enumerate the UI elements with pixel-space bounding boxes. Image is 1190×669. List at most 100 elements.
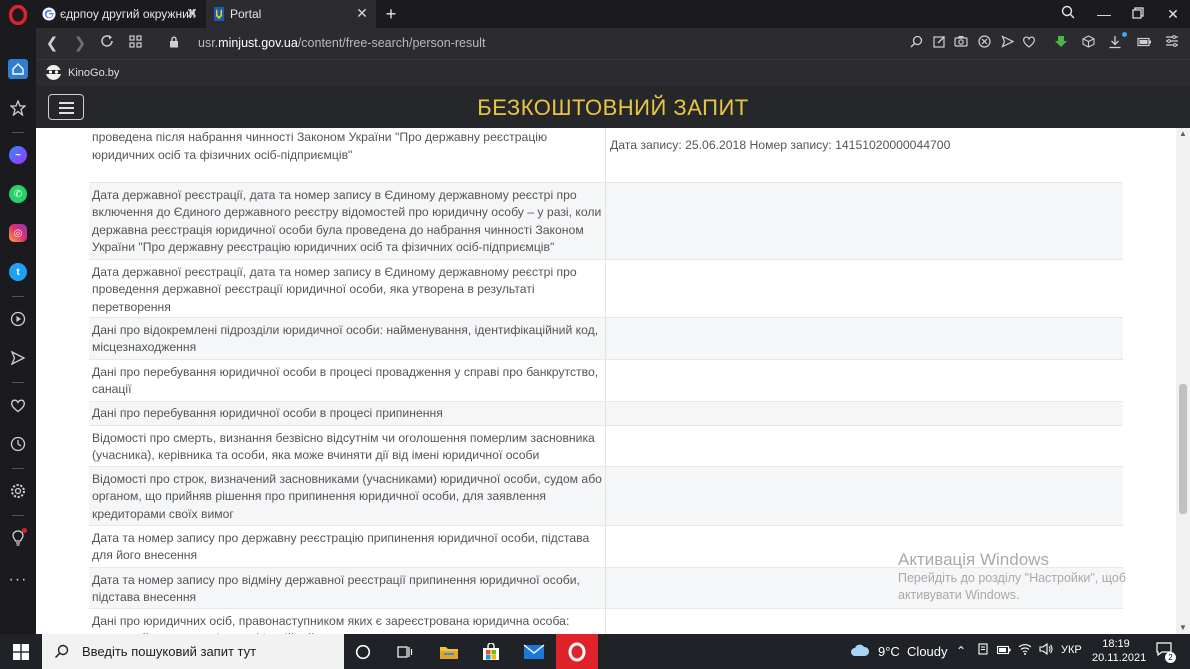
volume-icon[interactable] <box>1038 642 1054 659</box>
table-row: Дата державної реєстрації, дата та номер… <box>89 183 1123 260</box>
url-domain: minjust.gov.ua <box>218 36 298 50</box>
row-label: реєстрації юридичної особи – у разі, кол… <box>89 128 606 182</box>
language-indicator[interactable]: УКР <box>1061 644 1082 656</box>
download-extension-icon[interactable] <box>1053 35 1069 51</box>
sidebar-divider <box>12 382 24 383</box>
bookmark-heart-icon[interactable] <box>1021 35 1037 51</box>
more-dots-icon[interactable]: ··· <box>8 570 28 590</box>
table-row: Відомості про строк, визначений засновни… <box>89 467 1123 526</box>
back-icon[interactable]: ❮ <box>42 34 62 54</box>
restore-button[interactable] <box>1128 4 1148 24</box>
windows-activation-watermark: Активація Windows Перейдіть до розділу "… <box>898 550 1168 604</box>
opera-taskbar-icon[interactable] <box>556 634 598 669</box>
close-icon[interactable]: ✕ <box>184 5 200 21</box>
row-label: Відомості про строк, визначений засновни… <box>89 467 606 525</box>
search-icon <box>54 644 70 660</box>
ukraine-trident-icon <box>212 7 226 21</box>
camera-icon[interactable] <box>953 35 969 51</box>
url-field[interactable]: usr.minjust.gov.ua/content/free-search/p… <box>198 36 485 50</box>
search-placeholder: Введіть пошуковий запит тут <box>82 644 257 659</box>
bookmarks-bar: KinoGo.by <box>36 59 1190 86</box>
player-icon[interactable] <box>8 309 28 329</box>
battery-saver-icon[interactable] <box>1136 35 1152 51</box>
clock[interactable]: 18:19 20.11.2021 <box>1092 637 1146 665</box>
table-row: Дані про перебування юридичної особи в п… <box>89 360 1123 402</box>
scroll-up-arrow-icon[interactable]: ▲ <box>1176 128 1190 140</box>
task-view-icon[interactable] <box>384 634 426 669</box>
lock-icon[interactable] <box>166 34 182 54</box>
row-value: Дата запису: 25.06.2018 Номер запису: 14… <box>610 138 951 152</box>
tips-lightbulb-icon[interactable] <box>8 528 28 548</box>
tab-label: Portal <box>230 7 262 21</box>
battery-icon[interactable] <box>996 643 1012 659</box>
opera-sidebar: ~ ✆ ◎ t ··· <box>0 0 36 634</box>
cloud-icon <box>850 643 870 660</box>
cortana-icon[interactable] <box>342 634 384 669</box>
tab-grid-icon[interactable] <box>125 34 145 54</box>
row-label: Відомості про смерть, визнання безвісно … <box>89 426 606 466</box>
file-explorer-icon[interactable] <box>428 634 470 669</box>
send-icon[interactable] <box>999 35 1015 51</box>
microsoft-store-icon[interactable] <box>470 634 512 669</box>
row-label: Дата державної реєстрації, дата та номер… <box>89 183 606 259</box>
row-value <box>606 426 1123 466</box>
windows-start-icon[interactable] <box>0 634 42 669</box>
reload-icon[interactable] <box>97 34 117 54</box>
table-row: Дані про відокремлені підрозділи юридичн… <box>89 318 1123 360</box>
row-label: Дата та номер запису про відміну державн… <box>89 568 606 608</box>
home-icon[interactable] <box>8 59 28 79</box>
edit-icon[interactable] <box>931 35 947 51</box>
row-value <box>606 467 1123 525</box>
row-value <box>606 360 1123 401</box>
row-label: Дата та номер запису про державну реєстр… <box>89 526 606 567</box>
row-value <box>606 318 1123 359</box>
history-icon[interactable] <box>8 434 28 454</box>
weather-widget[interactable]: 9°C Cloudy <box>850 634 948 669</box>
downloads-icon[interactable] <box>1107 32 1127 51</box>
easy-setup-menu-icon[interactable] <box>1164 35 1180 51</box>
whatsapp-icon[interactable]: ✆ <box>8 184 28 204</box>
messenger-icon[interactable]: ~ <box>8 145 28 165</box>
address-bar: ❮ ❯ usr.minjust.gov.ua/content/free-sear… <box>36 28 1190 59</box>
watermark-subtitle: Перейдіть до розділу "Настройки", щоб ак… <box>898 571 1126 602</box>
row-label: Дані про перебування юридичної особи в п… <box>89 402 606 425</box>
speed-dial-icon[interactable] <box>8 98 28 118</box>
row-label: Дані про відокремлені підрозділи юридичн… <box>89 318 606 359</box>
page-scrollbar[interactable]: ▲ ▼ <box>1176 128 1190 634</box>
bookmark-kinogo[interactable]: KinoGo.by <box>46 65 119 80</box>
weather-text: 9°C Cloudy <box>878 644 948 659</box>
page-search-icon[interactable] <box>908 35 924 51</box>
settings-gear-icon[interactable] <box>8 481 28 501</box>
scroll-down-arrow-icon[interactable]: ▼ <box>1176 622 1190 634</box>
mail-icon[interactable] <box>513 634 555 669</box>
close-window-button[interactable]: ✕ <box>1163 4 1183 24</box>
wifi-icon[interactable] <box>1017 643 1033 659</box>
site-title: БЕЗКОШТОВНИЙ ЗАПИТ <box>477 95 749 120</box>
tab-strip: єдрпоу другий окружний ✕ Portal ✕ + — ✕ <box>36 0 1190 28</box>
show-hidden-icons-chevron-icon[interactable]: ⌃ <box>953 643 969 659</box>
row-label: Дані про перебування юридичної особи в п… <box>89 360 606 401</box>
row-value <box>606 260 1123 317</box>
table-row: реєстрації юридичної особи – у разі, кол… <box>89 128 1123 183</box>
sidebar-divider <box>12 515 24 516</box>
send-icon[interactable] <box>8 348 28 368</box>
row-label: Дата державної реєстрації, дата та номер… <box>89 260 606 317</box>
tab-portal[interactable]: Portal ✕ <box>206 0 376 28</box>
opera-logo-icon[interactable] <box>7 4 29 26</box>
taskbar-app-icon[interactable] <box>975 643 991 659</box>
minimize-button[interactable]: — <box>1094 4 1114 24</box>
heart-icon[interactable] <box>8 395 28 415</box>
search-tabs-icon[interactable] <box>1058 4 1078 24</box>
close-icon[interactable]: ✕ <box>354 5 370 21</box>
tab-google-search[interactable]: єдрпоу другий окружний ✕ <box>36 0 206 28</box>
adblock-icon[interactable] <box>976 35 992 51</box>
instagram-icon[interactable]: ◎ <box>8 223 28 243</box>
extensions-cube-icon[interactable] <box>1080 35 1096 51</box>
scrollbar-thumb[interactable] <box>1179 384 1187 514</box>
table-row: Дані про перебування юридичної особи в п… <box>89 402 1123 426</box>
twitter-icon[interactable]: t <box>8 262 28 282</box>
forward-icon[interactable]: ❯ <box>70 34 90 54</box>
sidebar-divider <box>12 132 24 133</box>
taskbar-search-box[interactable]: Введіть пошуковий запит тут <box>42 634 344 669</box>
new-tab-button[interactable]: + <box>381 4 401 24</box>
